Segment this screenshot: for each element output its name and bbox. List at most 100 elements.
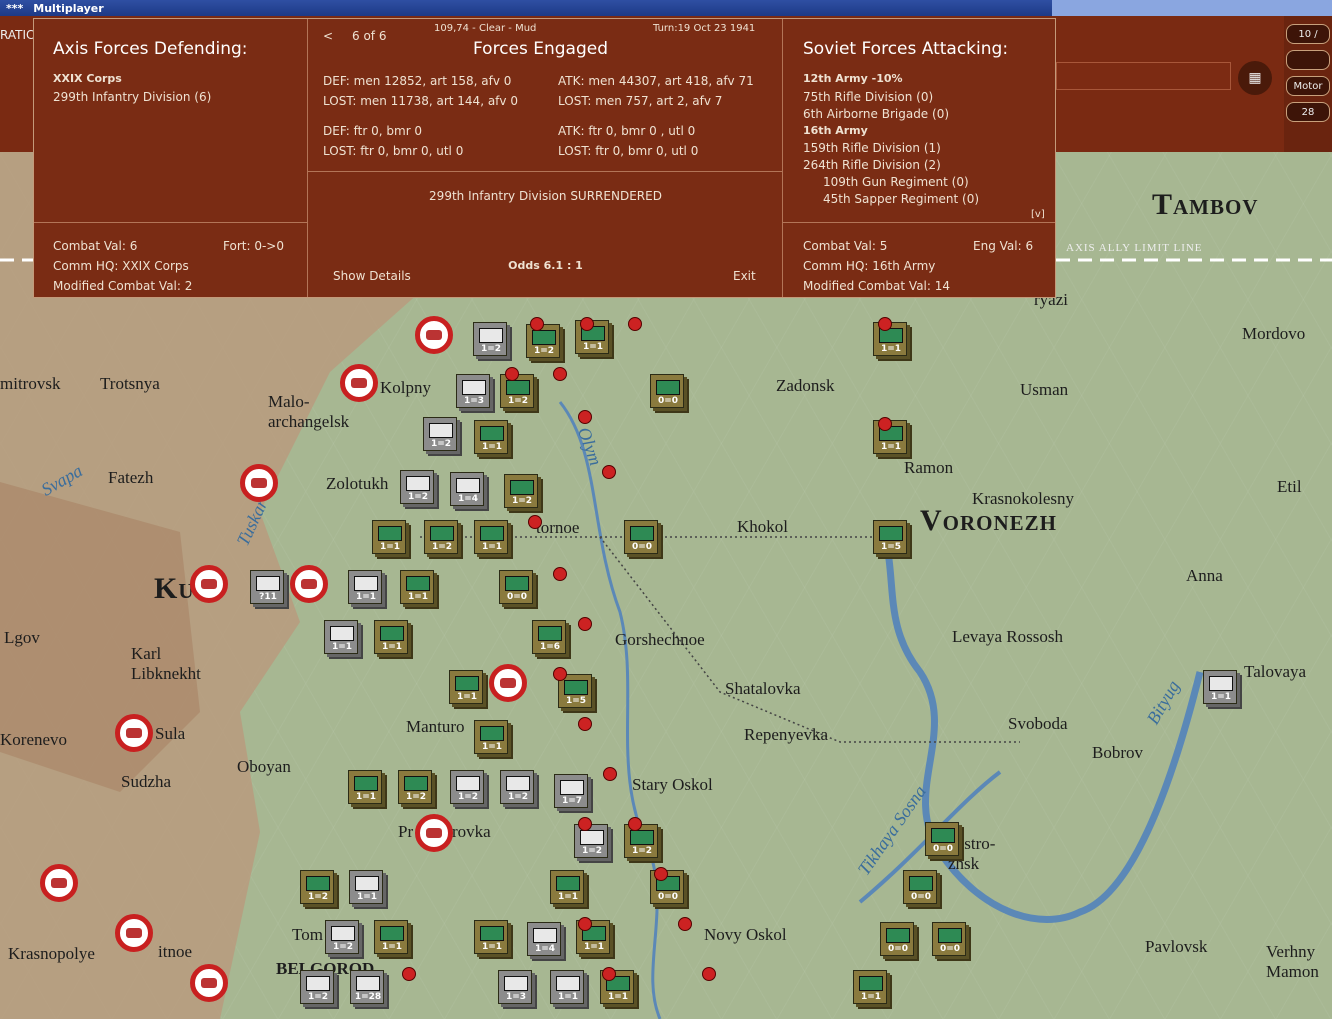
count-pill[interactable]: 28: [1286, 102, 1330, 122]
combat-results-dialog: Axis Forces Defending: XXIX Corps 299th …: [33, 18, 1056, 298]
axis-unit-counter[interactable]: 1=2: [300, 970, 334, 1004]
soviet-unit-counter[interactable]: 1=1: [400, 570, 434, 604]
supply-marker-icon: [603, 767, 617, 781]
axis-unit-counter[interactable]: 1=1: [1203, 670, 1237, 704]
soviet-unit-counter[interactable]: 0=0: [880, 922, 914, 956]
axis-air-base-marker[interactable]: [415, 316, 453, 354]
soviet-subunit[interactable]: 45th Sapper Regiment (0): [823, 192, 979, 206]
supply-marker-icon: [678, 917, 692, 931]
soviet-unit-counter[interactable]: 1=2: [424, 520, 458, 554]
axis-air-base-marker[interactable]: [190, 964, 228, 1002]
soviet-unit-counter[interactable]: 0=0: [624, 520, 658, 554]
soviet-unit-counter[interactable]: 1=1: [474, 420, 508, 454]
axis-air-base-marker[interactable]: [115, 714, 153, 752]
axis-unit-counter[interactable]: 1=1: [348, 570, 382, 604]
soviet-unit-counter[interactable]: 1=2: [526, 324, 560, 358]
combat-page-indicator: 6 of 6: [352, 29, 387, 43]
axis-air-base-marker[interactable]: [240, 464, 278, 502]
soviet-unit-counter[interactable]: 1=1: [374, 920, 408, 954]
axis-unit[interactable]: 299th Infantry Division (6): [53, 90, 211, 104]
axis-air-base-marker[interactable]: [40, 864, 78, 902]
axis-unit-counter[interactable]: 1=2: [450, 770, 484, 804]
town-trotsnya: Trotsnya: [100, 374, 160, 393]
axis-air-base-marker[interactable]: [190, 565, 228, 603]
axis-unit-counter[interactable]: 1=2: [574, 824, 608, 858]
axis-unit-counter[interactable]: 1=1: [324, 620, 358, 654]
soviet-unit-counter[interactable]: 1=2: [624, 824, 658, 858]
soviet-unit-counter[interactable]: 1=2: [500, 374, 534, 408]
soviet-unit-counter[interactable]: 1=1: [474, 520, 508, 554]
soviet-unit-counter[interactable]: 0=0: [925, 822, 959, 856]
prev-combat-button[interactable]: <: [323, 29, 333, 43]
unit-strength: 0=0: [506, 592, 528, 602]
soviet-unit-counter[interactable]: 1=1: [550, 870, 584, 904]
soviet-unit-counter[interactable]: 1=1: [449, 670, 483, 704]
town-kolpny: Kolpny: [380, 378, 431, 397]
soviet-unit-counter[interactable]: 1=6: [532, 620, 566, 654]
unit-strength: 1=1: [607, 992, 629, 1002]
unit-type-icon: [456, 478, 480, 493]
axis-unit-counter[interactable]: 1=1: [550, 970, 584, 1004]
unit-type-icon: [406, 576, 430, 591]
axis-unit-counter[interactable]: 1=2: [500, 770, 534, 804]
axis-unit-counter[interactable]: 1=4: [450, 472, 484, 506]
soviet-unit-counter[interactable]: 0=0: [499, 570, 533, 604]
soviet-unit-counter[interactable]: 1=1: [374, 620, 408, 654]
soviet-unit[interactable]: 75th Rifle Division (0): [803, 90, 933, 104]
soviet-unit-counter[interactable]: 0=0: [903, 870, 937, 904]
axis-unit-counter[interactable]: 1=3: [498, 970, 532, 1004]
town-verhny: Verhny: [1266, 942, 1316, 961]
unit-strength: 1=1: [481, 942, 503, 952]
unit-strength: 1=1: [557, 892, 579, 902]
soviet-unit-counter[interactable]: 1=5: [873, 520, 907, 554]
exit-button[interactable]: Exit: [733, 269, 756, 283]
axis-unit-counter[interactable]: 1=28: [350, 970, 384, 1004]
axis-unit-counter[interactable]: 1=1: [349, 870, 383, 904]
axis-unit-counter[interactable]: 1=2: [325, 920, 359, 954]
soviet-subunit[interactable]: 109th Gun Regiment (0): [823, 175, 969, 189]
unit-strength: 0=0: [657, 892, 679, 902]
soviet-attacker-panel: Soviet Forces Attacking: 12th Army -10% …: [783, 19, 1055, 297]
axis-air-base-marker[interactable]: [115, 914, 153, 952]
stack-icon[interactable]: ▦: [1238, 61, 1272, 95]
axis-unit-counter[interactable]: 1=4: [527, 922, 561, 956]
unit-type-icon: [504, 976, 528, 991]
unit-type-icon: [506, 380, 530, 395]
city-tambov: Tambov: [1152, 188, 1259, 221]
axis-unit-counter[interactable]: 1=2: [400, 470, 434, 504]
unit-type-icon: [479, 328, 503, 343]
motor-pill[interactable]: Motor: [1286, 76, 1330, 96]
expand-list-button[interactable]: [v]: [1031, 209, 1045, 220]
soviet-unit-counter[interactable]: 1=1: [348, 770, 382, 804]
axis-unit-counter[interactable]: 1=3: [456, 374, 490, 408]
soviet-unit-counter[interactable]: 1=2: [504, 474, 538, 508]
unit-strength: 1=1: [407, 592, 429, 602]
soviet-unit-counter[interactable]: 1=2: [398, 770, 432, 804]
axis-air-base-marker[interactable]: [489, 664, 527, 702]
axis-unit-counter[interactable]: 1=7: [554, 774, 588, 808]
soviet-unit-counter[interactable]: 1=1: [372, 520, 406, 554]
turn-pill[interactable]: 10 /: [1286, 24, 1330, 44]
soviet-unit-counter[interactable]: 1=1: [474, 720, 508, 754]
soviet-unit[interactable]: 6th Airborne Brigade (0): [803, 107, 949, 121]
soviet-unit-counter[interactable]: 1=1: [474, 920, 508, 954]
blank-pill[interactable]: [1286, 50, 1330, 70]
unit-strength: 1=2: [533, 346, 555, 356]
axis-air-base-marker[interactable]: [415, 814, 453, 852]
axis-unit-counter[interactable]: 1=2: [423, 417, 457, 451]
soviet-unit[interactable]: 159th Rifle Division (1): [803, 141, 941, 155]
soviet-unit-counter[interactable]: 0=0: [932, 922, 966, 956]
axis-unit-counter[interactable]: ?11: [250, 570, 284, 604]
town-oboyan: Oboyan: [237, 757, 291, 776]
soviet-unit-counter[interactable]: 1=2: [300, 870, 334, 904]
unit-type-icon: [879, 526, 903, 541]
soviet-unit[interactable]: 264th Rifle Division (2): [803, 158, 941, 172]
soviet-unit-counter[interactable]: 1=1: [853, 970, 887, 1004]
unit-type-icon: [462, 380, 486, 395]
window-title-bar: *** Multiplayer: [0, 0, 1332, 16]
axis-air-base-marker[interactable]: [340, 364, 378, 402]
axis-air-base-marker[interactable]: [290, 565, 328, 603]
soviet-unit-counter[interactable]: 0=0: [650, 374, 684, 408]
axis-unit-counter[interactable]: 1=2: [473, 322, 507, 356]
unit-type-icon: [456, 776, 480, 791]
